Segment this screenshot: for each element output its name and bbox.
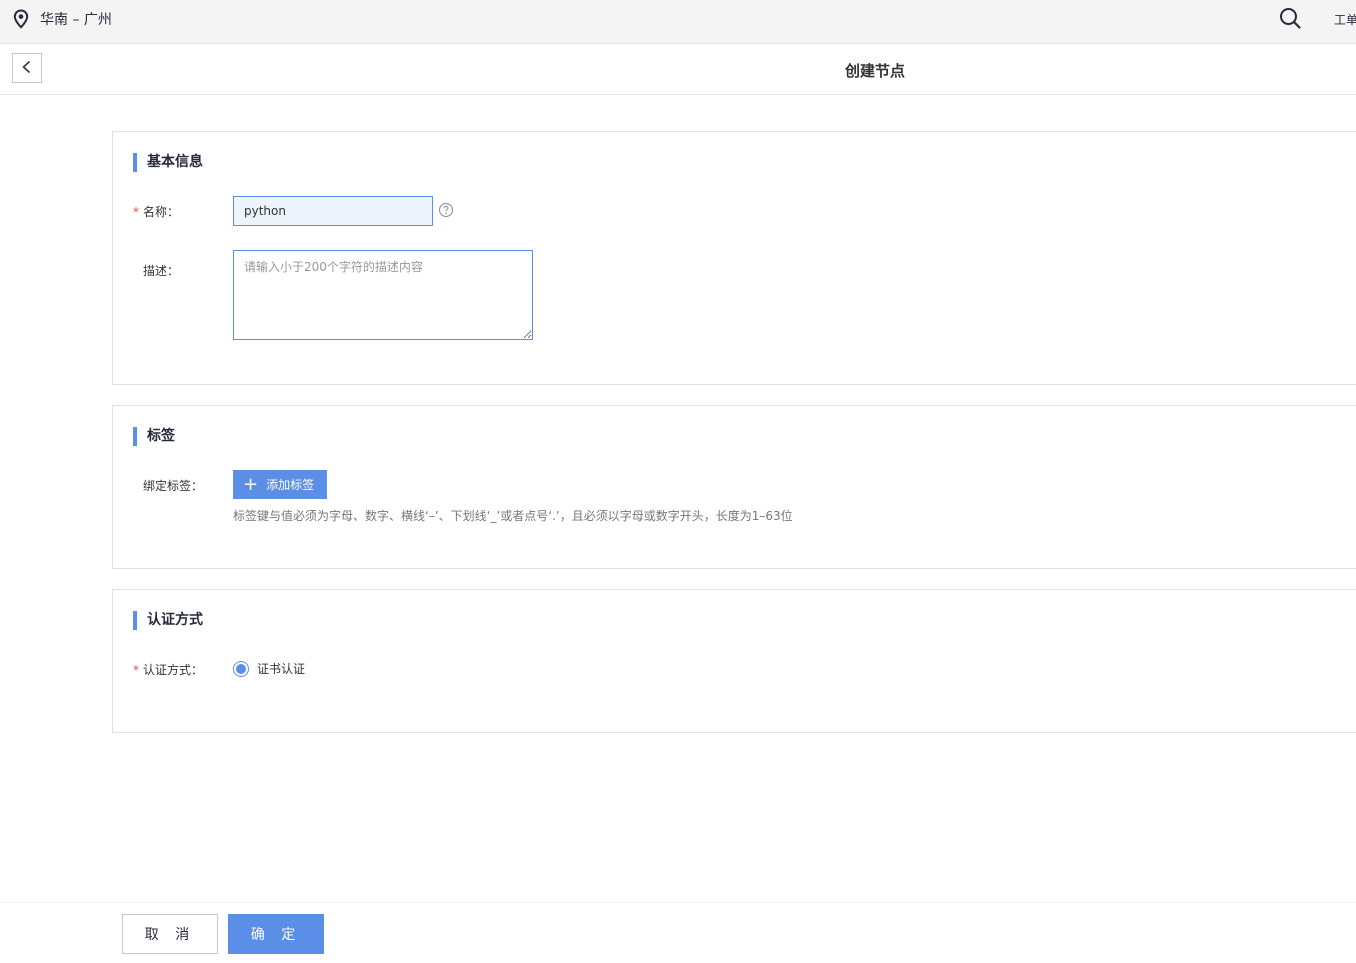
- tag-hint-text: 标签键与值必须为字母、数字、横线‘–’、下划线‘_’或者点号‘.’，且必须以字母…: [233, 509, 793, 523]
- basic-info-section: 基本信息 *名称： 描述：: [112, 131, 1356, 385]
- location-pin-icon: [12, 9, 30, 29]
- tags-section: 标签 绑定标签： + 添加标签 标签键与值必须为字母、数字、横线‘–’、下划线‘…: [112, 405, 1356, 569]
- name-label-text: 名称: [143, 205, 168, 219]
- plus-icon: +: [243, 473, 259, 495]
- required-marker: *: [133, 663, 139, 677]
- work-order-link[interactable]: 工单: [1334, 11, 1356, 28]
- top-bar: 华南 – 广州 工单: [0, 0, 1356, 44]
- question-circle-icon[interactable]: [438, 202, 454, 218]
- auth-method-option-label: 证书认证: [257, 662, 306, 676]
- name-input[interactable]: [233, 196, 433, 226]
- description-label-text: 描述: [143, 264, 168, 278]
- auth-method-certificate-radio[interactable]: 证书认证: [233, 660, 305, 677]
- region-label: 华南 – 广州: [40, 12, 112, 28]
- required-marker: *: [133, 205, 139, 219]
- page-header: 创建节点: [0, 44, 1356, 95]
- section-title-basic-info: 基本信息: [133, 153, 203, 172]
- search-icon[interactable]: [1279, 7, 1301, 29]
- description-textarea[interactable]: [233, 250, 533, 340]
- chevron-left-icon: [20, 59, 34, 78]
- auth-method-label-text: 认证方式: [143, 663, 192, 677]
- section-title-tags: 标签: [133, 427, 175, 446]
- confirm-button[interactable]: 确 定: [228, 914, 324, 954]
- bind-tags-label-text: 绑定标签: [143, 479, 192, 493]
- add-tag-button[interactable]: + 添加标签: [233, 470, 327, 499]
- bind-tags-label: 绑定标签：: [143, 479, 204, 493]
- back-button[interactable]: [12, 53, 42, 83]
- section-title-auth: 认证方式: [133, 611, 203, 630]
- auth-method-label: * 认证方式：: [133, 663, 204, 677]
- page-title: 创建节点: [844, 62, 905, 80]
- description-label: 描述：: [143, 264, 180, 278]
- region-selector[interactable]: 华南 – 广州: [12, 8, 112, 30]
- radio-selected-icon: [233, 660, 249, 677]
- auth-section: 认证方式 * 认证方式： 证书认证: [112, 589, 1356, 733]
- name-label: * 名称：: [133, 205, 180, 219]
- footer-actions: 取 消 确 定: [0, 902, 1356, 963]
- cancel-button[interactable]: 取 消: [122, 914, 218, 954]
- add-tag-button-label: 添加标签: [266, 478, 315, 492]
